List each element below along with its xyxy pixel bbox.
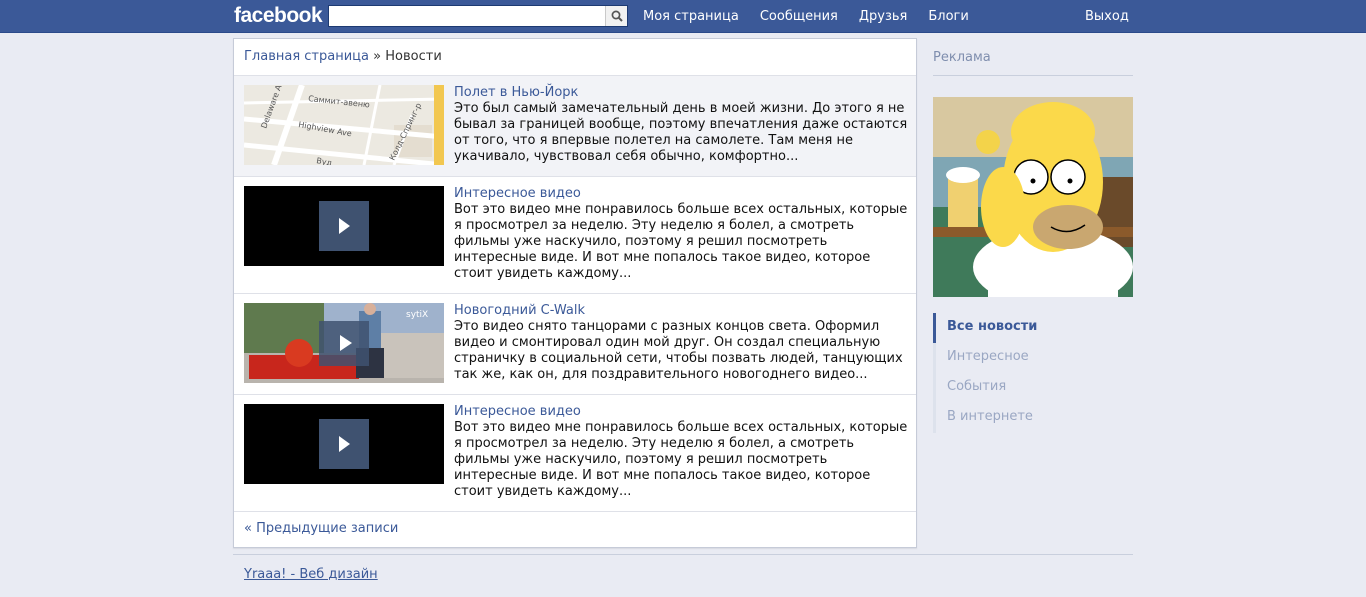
news-filter-menu: Все новости Интересное События В интерне… [933, 313, 1133, 433]
divider [233, 554, 1133, 555]
divider [933, 75, 1133, 76]
map-image: Delaware Ave Саммит-авеню Highview Ave К… [244, 85, 444, 165]
video-watermark: sytiX [406, 310, 428, 320]
search-input[interactable] [329, 6, 606, 26]
play-icon [339, 218, 350, 234]
ad-illustration [933, 97, 1133, 297]
post-title[interactable]: Полет в Нью-Йорк [454, 85, 578, 100]
search-box [328, 5, 628, 27]
breadcrumb-current: Новости [385, 49, 442, 64]
main-nav: Моя страница Сообщения Друзья Блоги [643, 0, 990, 33]
search-button[interactable] [605, 6, 627, 26]
breadcrumb-separator: » [373, 49, 382, 64]
video-thumbnail[interactable] [244, 186, 444, 266]
map-thumbnail[interactable]: Delaware Ave Саммит-авеню Highview Ave К… [244, 85, 444, 165]
search-icon [611, 10, 623, 22]
breadcrumb-home[interactable]: Главная страница [244, 49, 369, 64]
previous-posts-link[interactable]: « Предыдущие записи [244, 521, 398, 536]
play-button[interactable] [319, 419, 369, 469]
breadcrumb: Главная страница » Новости [244, 49, 442, 64]
footer-link[interactable]: Yraaa! - Веб дизайн [244, 567, 378, 582]
post-text: Это видео снято танцорами с разных концо… [454, 319, 903, 382]
news-post: Delaware Ave Саммит-авеню Highview Ave К… [234, 75, 916, 176]
nav-messages[interactable]: Сообщения [760, 9, 838, 24]
post-title[interactable]: Интересное видео [454, 404, 581, 419]
news-post: Интересное видео Вот это видео мне понра… [234, 176, 916, 293]
video-thumbnail[interactable] [244, 404, 444, 484]
post-title[interactable]: Новогодний C-Walk [454, 303, 585, 318]
nav-friends[interactable]: Друзья [859, 9, 908, 24]
divider [234, 511, 916, 512]
logout-link[interactable]: Выход [1085, 9, 1129, 24]
top-bar: facebook Моя страница Сообщения Друзья Б… [0, 0, 1366, 33]
post-text: Это был самый замечательный день в моей … [454, 101, 908, 164]
play-button[interactable] [319, 201, 369, 251]
ads-heading: Реклама [933, 50, 991, 65]
news-post: sytiX Новогодний C-Walk Это видео снято … [234, 293, 916, 394]
logout-nav: Выход [1085, 0, 1129, 33]
news-panel: Главная страница » Новости Delaware Ave … [233, 38, 917, 548]
video-thumbnail[interactable]: sytiX [244, 303, 444, 383]
post-text: Вот это видео мне понравилось больше все… [454, 420, 908, 499]
menu-item-all-news[interactable]: Все новости [933, 313, 1133, 343]
news-post: Интересное видео Вот это видео мне понра… [234, 394, 916, 511]
facebook-logo[interactable]: facebook [234, 4, 323, 28]
nav-blogs[interactable]: Блоги [928, 9, 968, 24]
ad-image[interactable] [933, 97, 1133, 297]
nav-my-page[interactable]: Моя страница [643, 9, 739, 24]
video-preview-image: sytiX [244, 303, 444, 383]
menu-item-interesting[interactable]: Интересное [933, 343, 1133, 373]
play-icon [339, 436, 350, 452]
menu-item-internet[interactable]: В интернете [933, 403, 1133, 433]
post-title[interactable]: Интересное видео [454, 186, 581, 201]
menu-item-events[interactable]: События [933, 373, 1133, 403]
post-text: Вот это видео мне понравилось больше все… [454, 202, 908, 281]
